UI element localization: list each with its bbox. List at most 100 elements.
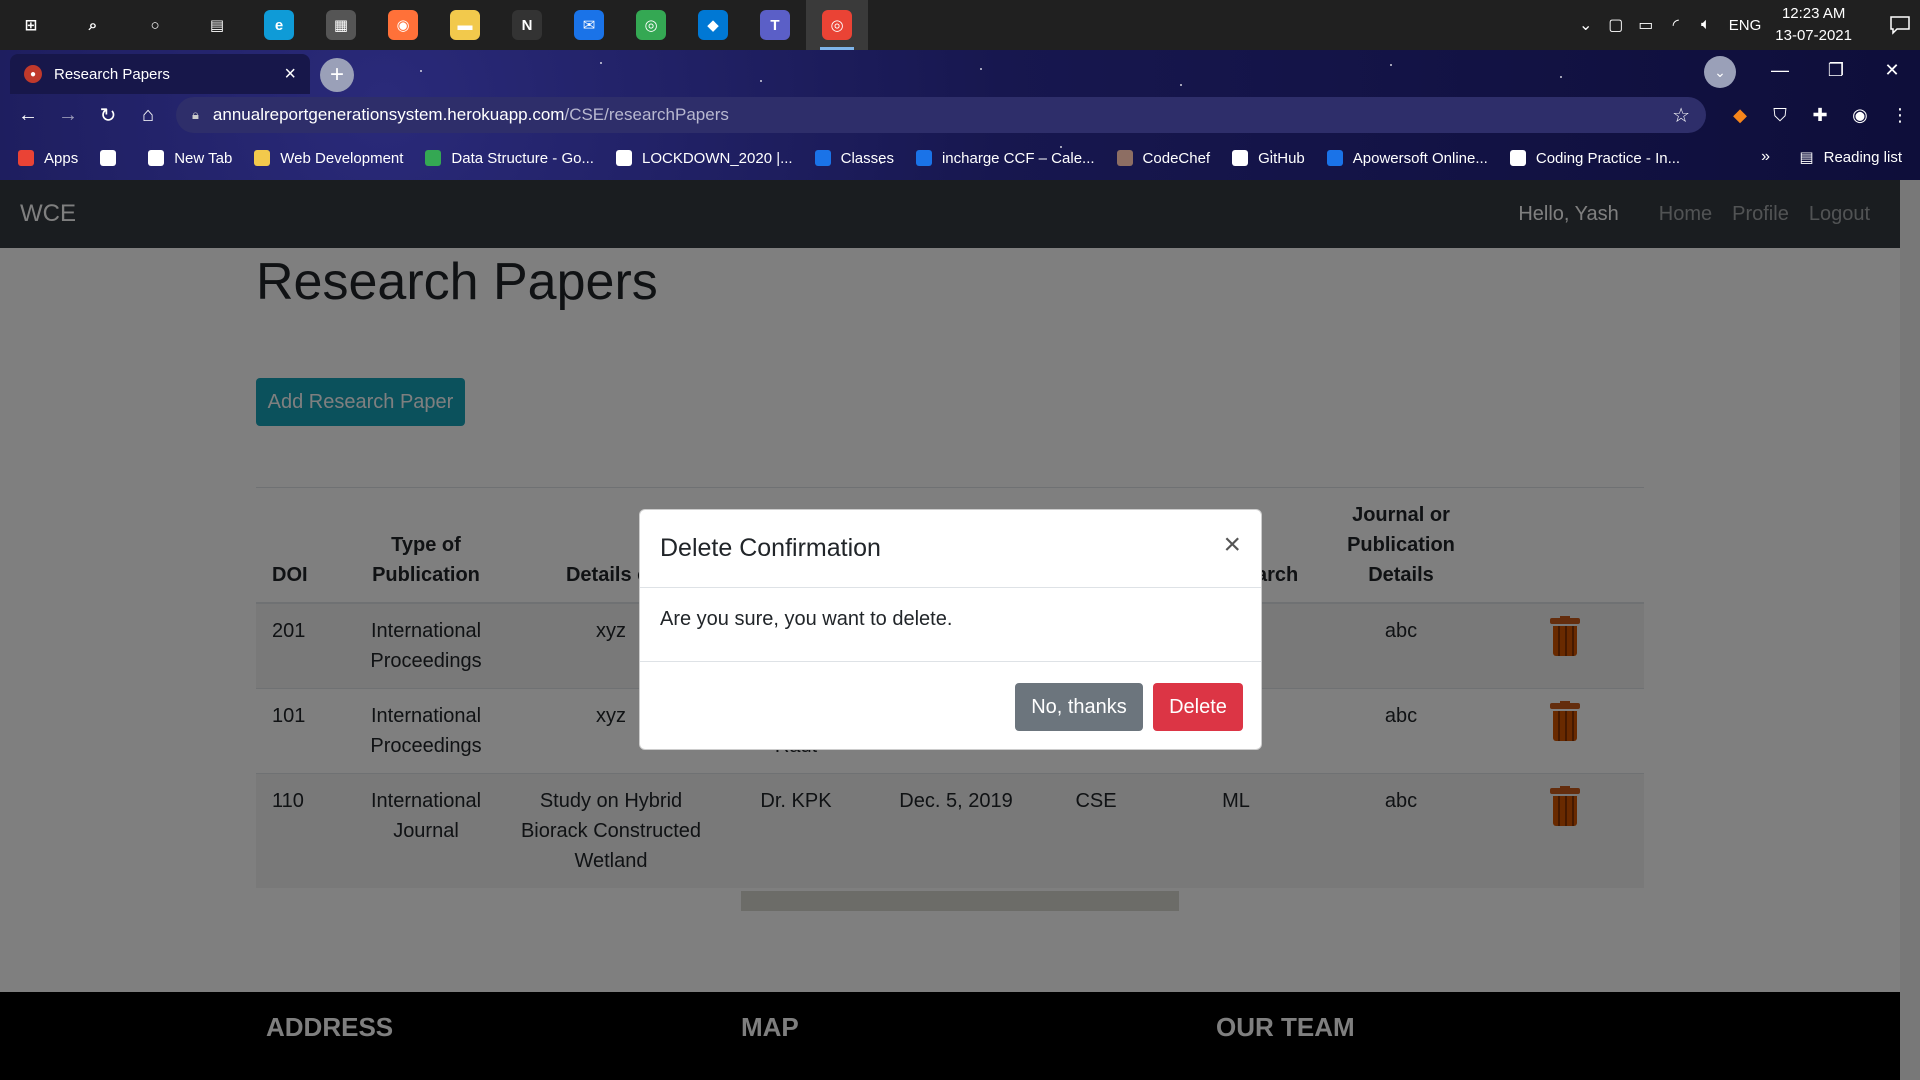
url-host: annualreportgenerationsystem.herokuapp.c…: [212, 105, 565, 124]
minimize-icon[interactable]: —: [1752, 60, 1808, 81]
firefox-icon[interactable]: ◉: [372, 0, 434, 50]
bookmark-label: Web Development: [280, 149, 404, 167]
wifi-icon[interactable]: ◜: [1661, 0, 1691, 50]
bookmark-icon: [18, 150, 34, 166]
lock-icon[interactable]: 🔒︎: [192, 107, 199, 123]
bookmark-label: Apps: [44, 149, 79, 167]
clock-date: 13-07-2021: [1775, 27, 1852, 44]
store-icon-glyph: ▦: [326, 10, 356, 40]
bookmark-label: New Tab: [174, 149, 233, 167]
task-view-icon[interactable]: ▤: [186, 0, 248, 50]
search-icon[interactable]: ⌕: [62, 0, 124, 50]
chevron-up-icon[interactable]: ⌄: [1571, 0, 1601, 50]
bookmark-label: CodeChef: [1142, 149, 1211, 167]
file-explorer-icon-glyph: ▬: [450, 10, 480, 40]
system-tray: ⌄ ▢ ▭ ◜ 🔈︎ ENG 12:23 AM 13-07-2021: [1571, 0, 1920, 50]
teams-icon[interactable]: T: [744, 0, 806, 50]
mail-icon-glyph: ✉: [574, 10, 604, 40]
windows-start-icon-glyph: ⊞: [16, 10, 46, 40]
avatar[interactable]: ◉: [1840, 105, 1880, 126]
bookmark-item[interactable]: Classes: [814, 150, 894, 167]
bookmark-icon: [148, 150, 165, 166]
bookmark-icon: [1116, 150, 1133, 166]
modal-body-text: Are you sure, you want to delete.: [640, 588, 1261, 662]
language-indicator[interactable]: ENG: [1729, 17, 1762, 34]
windows-taskbar: ⊞ ⌕ ○ ▤ e ▦ ◉ ▬ N ✉ ◎ ◆ T ◎ ⌄ ▢ ▭ ◜ 🔈︎ ENG 12:23 AM 1…: [0, 0, 1920, 50]
metamask-icon[interactable]: ◆: [1720, 105, 1760, 126]
tab-search-icon[interactable]: ⌄: [1704, 56, 1736, 88]
bookmark-icon: [915, 150, 932, 166]
taskbar-apps: ⊞ ⌕ ○ ▤ e ▦ ◉ ▬ N ✉ ◎ ◆ T ◎: [0, 0, 868, 50]
reading-list-button[interactable]: ▤ Reading list: [1799, 148, 1902, 167]
meet-now-icon[interactable]: ▢: [1601, 0, 1631, 50]
notion-icon[interactable]: N: [496, 0, 558, 50]
bookmark-label: LOCKDOWN_2020 |...: [641, 149, 793, 167]
reload-icon[interactable]: ↻: [88, 103, 128, 128]
bookmark-item[interactable]: Apps: [18, 150, 78, 167]
bookmark-label: Coding Practice - In...: [1535, 149, 1681, 167]
address-bar[interactable]: 🔒︎ annualreportgenerationsystem.herokuap…: [176, 97, 1706, 133]
delete-confirmation-modal: Delete Confirmation × Are you sure, you …: [639, 509, 1262, 750]
cortana-icon-glyph: ○: [140, 10, 170, 40]
browser-tab[interactable]: ● Research Papers ×: [10, 54, 310, 94]
chrome-active-icon[interactable]: ◎: [806, 0, 868, 50]
shield-icon[interactable]: ⛉: [1760, 105, 1800, 126]
bookmark-icon: [100, 150, 117, 166]
restore-icon[interactable]: ❐: [1808, 60, 1864, 81]
task-view-icon-glyph: ▤: [202, 10, 232, 40]
home-icon[interactable]: ⌂: [128, 104, 168, 127]
window-close-icon[interactable]: ✕: [1864, 60, 1920, 81]
bookmark-icon: [1509, 150, 1526, 166]
bookmark-icon: [425, 150, 442, 166]
bookmark-item[interactable]: Coding Practice - In...: [1509, 149, 1681, 167]
delete-button[interactable]: Delete: [1153, 683, 1243, 731]
close-icon[interactable]: ×: [1223, 528, 1241, 562]
notion-icon-glyph: N: [512, 10, 542, 40]
bookmark-item[interactable]: Data Structure - Go...: [425, 150, 594, 167]
back-icon[interactable]: ←: [8, 104, 48, 127]
firefox-icon-glyph: ◉: [388, 10, 418, 40]
mail-icon[interactable]: ✉: [558, 0, 620, 50]
volume-icon[interactable]: 🔈︎: [1691, 0, 1721, 50]
chrome-active-icon-glyph: ◎: [822, 10, 852, 40]
puzzle-extensions-icon[interactable]: ✚: [1800, 105, 1840, 126]
more-bookmarks-icon[interactable]: »: [1761, 148, 1770, 166]
store-icon[interactable]: ▦: [310, 0, 372, 50]
bookmark-icon: [1326, 150, 1343, 166]
url-path: /CSE/researchPapers: [564, 105, 729, 124]
modal-title: Delete Confirmation: [660, 534, 881, 562]
close-tab-icon[interactable]: ×: [284, 63, 296, 86]
bookmark-item[interactable]: Web Development: [254, 150, 403, 167]
vscode-icon[interactable]: ◆: [682, 0, 744, 50]
clock[interactable]: 12:23 AM 13-07-2021: [1775, 3, 1852, 47]
bookmark-item[interactable]: GitHub: [1232, 150, 1305, 167]
bookmark-icon: [1232, 150, 1249, 166]
reading-list-label: Reading list: [1823, 148, 1902, 166]
new-tab-button[interactable]: +: [320, 58, 354, 92]
bookmark-item[interactable]: CodeChef: [1116, 149, 1211, 167]
bookmark-item[interactable]: Apowersoft Online...: [1326, 150, 1488, 167]
cortana-icon[interactable]: ○: [124, 0, 186, 50]
bookmark-item[interactable]: [100, 150, 126, 166]
menu-dots-icon[interactable]: ⋮: [1880, 105, 1920, 126]
teams-icon-glyph: T: [760, 10, 790, 40]
edge-icon[interactable]: e: [248, 0, 310, 50]
bookmark-label: Data Structure - Go...: [451, 149, 594, 167]
notification-icon[interactable]: [1880, 0, 1920, 50]
window-controls: — ❐ ✕: [1752, 50, 1920, 90]
bookmark-label: incharge CCF – Cale...: [941, 149, 1095, 167]
chrome-icon[interactable]: ◎: [620, 0, 682, 50]
bookmark-item[interactable]: New Tab: [148, 150, 232, 167]
cancel-button[interactable]: No, thanks: [1015, 683, 1143, 731]
browser-toolbar: ← → ↻ ⌂ 🔒︎ annualreportgenerationsystem.…: [0, 94, 1920, 136]
windows-start-icon[interactable]: ⊞: [0, 0, 62, 50]
file-explorer-icon[interactable]: ▬: [434, 0, 496, 50]
reading-list-icon: ▤: [1799, 149, 1814, 166]
bookmarks-list: Apps New Tab Web Development Data Structure…: [18, 150, 1702, 167]
battery-icon[interactable]: ▭: [1631, 0, 1661, 50]
forward-icon[interactable]: →: [48, 104, 88, 127]
bookmark-item[interactable]: incharge CCF – Cale...: [915, 149, 1095, 167]
bookmarks-bar: Apps New Tab Web Development Data Structure…: [0, 136, 1920, 180]
bookmark-item[interactable]: LOCKDOWN_2020 |...: [615, 149, 793, 167]
bookmark-star-icon[interactable]: ☆: [1672, 103, 1690, 128]
